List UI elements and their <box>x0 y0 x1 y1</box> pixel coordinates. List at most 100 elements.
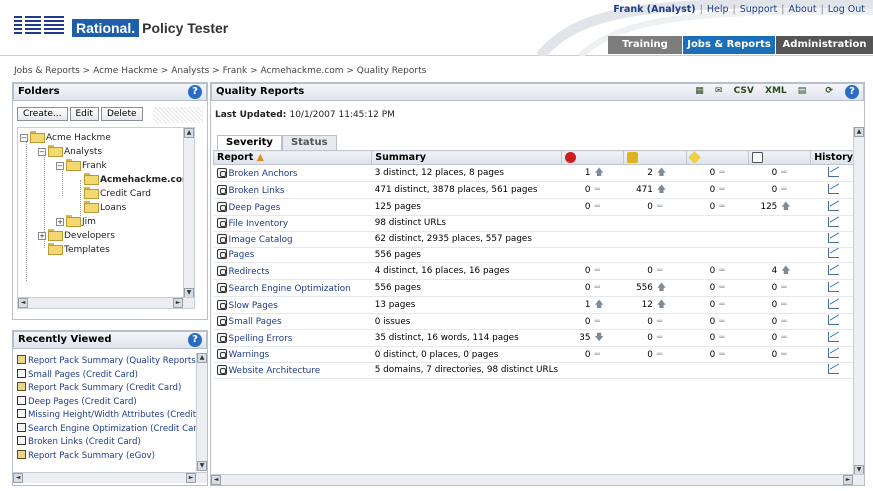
history-chart-icon[interactable] <box>828 281 840 292</box>
report-link[interactable]: Broken Anchors <box>229 169 298 179</box>
recent-item[interactable]: Report Pack Summary (eGov) <box>17 449 205 464</box>
tab-status[interactable]: Status <box>281 135 337 150</box>
report-cell[interactable]: File Inventory <box>213 215 372 232</box>
report-link[interactable]: File Inventory <box>229 219 289 229</box>
history-chart-icon[interactable] <box>828 216 840 227</box>
history-chart-icon[interactable] <box>828 331 840 342</box>
report-link[interactable]: Deep Pages <box>229 203 281 213</box>
recent-item[interactable]: Report Pack Summary (Credit Card) <box>17 382 205 396</box>
history-chart-icon[interactable] <box>828 363 840 374</box>
collapse-icon[interactable]: − <box>56 162 64 170</box>
report-link[interactable]: Redirects <box>229 267 270 277</box>
tree-node-loans[interactable]: Loans <box>84 201 126 214</box>
col-info[interactable] <box>747 150 812 165</box>
refresh-icon[interactable]: ⟳ <box>825 86 833 96</box>
report-cell[interactable]: Warnings <box>213 346 372 363</box>
delete-button[interactable]: Delete <box>100 107 143 121</box>
tree-node-acmehackme-com[interactable]: Acmehackme.com <box>84 173 191 186</box>
scroll-right-icon[interactable]: ► <box>843 475 853 485</box>
help-icon[interactable]: ? <box>188 85 202 99</box>
create-button[interactable]: Create... <box>17 107 68 121</box>
history-cell[interactable] <box>810 247 854 264</box>
breadcrumb[interactable]: Jobs & Reports > Acme Hackme > Analysts … <box>14 66 426 76</box>
report-link[interactable]: Image Catalog <box>229 235 293 245</box>
recent-item[interactable]: Missing Height/Width Attributes (Credit … <box>17 409 205 423</box>
history-chart-icon[interactable] <box>828 166 840 177</box>
scroll-left-icon[interactable]: ◄ <box>211 475 221 485</box>
recent-item[interactable]: Search Engine Optimization (Credit Card <box>17 422 205 437</box>
report-link[interactable]: Broken Links <box>229 186 285 196</box>
history-chart-icon[interactable] <box>828 315 840 326</box>
recent-item[interactable]: Deep Pages (Credit Card) <box>17 395 205 410</box>
recent-item[interactable]: Report Pack Summary (Quality Reports) <box>17 355 205 369</box>
support-link[interactable]: Support <box>740 4 778 15</box>
scroll-up-icon[interactable]: ▲ <box>197 353 207 363</box>
expand-icon[interactable]: + <box>56 218 64 226</box>
scroll-left-icon[interactable]: ◄ <box>18 298 28 308</box>
help-icon[interactable]: ? <box>188 333 202 347</box>
recent-vertical-scrollbar[interactable]: ▲ ▼ <box>196 353 207 471</box>
col-high[interactable] <box>623 150 687 165</box>
history-cell[interactable] <box>810 313 854 331</box>
report-cell[interactable]: Search Engine Optimization <box>213 279 372 298</box>
history-cell[interactable] <box>810 215 854 232</box>
history-cell[interactable] <box>810 198 854 216</box>
report-cell[interactable]: Redirects <box>213 262 372 281</box>
history-cell[interactable] <box>810 362 854 379</box>
report-link[interactable]: Warnings <box>229 350 270 360</box>
report-cell[interactable]: Image Catalog <box>213 231 372 248</box>
collapse-icon[interactable]: − <box>20 134 28 142</box>
history-cell[interactable] <box>810 329 854 348</box>
collapse-icon[interactable]: − <box>38 148 46 156</box>
col-history[interactable]: History <box>810 150 854 165</box>
tree-node-acme-hackme[interactable]: − Acme Hackme <box>20 131 111 144</box>
logout-link[interactable]: Log Out <box>828 4 865 15</box>
tree-horizontal-scrollbar[interactable]: ◄ ► <box>18 297 194 308</box>
report-link[interactable]: Website Architecture <box>229 366 321 376</box>
history-cell[interactable] <box>810 346 854 363</box>
help-link[interactable]: Help <box>707 4 729 15</box>
main-horizontal-scrollbar[interactable]: ◄ ► <box>211 474 864 485</box>
report-cell[interactable]: Broken Anchors <box>213 164 372 182</box>
report-link[interactable]: Pages <box>229 250 255 260</box>
pdf-export-icon[interactable]: ▤ <box>798 86 807 96</box>
scroll-down-icon[interactable]: ▼ <box>197 461 207 471</box>
tree-node-credit-card[interactable]: Credit Card <box>84 187 151 200</box>
export-spreadsheet-icon[interactable]: ▦ <box>695 86 704 96</box>
scroll-up-icon[interactable]: ▲ <box>854 127 864 137</box>
email-icon[interactable]: ✉ <box>715 86 723 96</box>
xml-export-button[interactable]: XML <box>765 86 787 96</box>
col-critical[interactable] <box>560 150 625 165</box>
report-link[interactable]: Spelling Errors <box>229 334 293 344</box>
csv-export-button[interactable]: CSV <box>734 86 754 96</box>
tree-node-analysts[interactable]: − Analysts <box>38 145 102 158</box>
tab-administration[interactable]: Administration <box>776 36 873 54</box>
about-link[interactable]: About <box>788 4 816 15</box>
recent-item[interactable]: Small Pages (Credit Card) <box>17 368 205 383</box>
history-chart-icon[interactable] <box>828 248 840 259</box>
report-link[interactable]: Search Engine Optimization <box>229 284 351 294</box>
tab-severity[interactable]: Severity <box>217 135 282 150</box>
report-link[interactable]: Small Pages <box>229 317 282 327</box>
recent-horizontal-scrollbar[interactable]: ◄ ► <box>13 472 207 483</box>
report-cell[interactable]: Website Architecture <box>213 362 372 379</box>
expand-icon[interactable]: + <box>38 232 46 240</box>
history-chart-icon[interactable] <box>828 200 840 211</box>
history-chart-icon[interactable] <box>828 183 840 194</box>
history-cell[interactable] <box>810 262 854 281</box>
history-cell[interactable] <box>810 181 854 199</box>
col-medium[interactable] <box>685 150 749 165</box>
report-cell[interactable]: Broken Links <box>213 181 372 199</box>
report-cell[interactable]: Pages <box>213 247 372 264</box>
history-chart-icon[interactable] <box>828 298 840 309</box>
history-cell[interactable] <box>810 231 854 248</box>
recent-item[interactable]: Broken Links (Credit Card) <box>17 436 205 450</box>
tree-node-templates[interactable]: Templates <box>48 243 110 256</box>
scroll-left-icon[interactable]: ◄ <box>13 473 23 483</box>
tab-jobs-reports[interactable]: Jobs & Reports <box>683 36 775 54</box>
scroll-right-icon[interactable]: ► <box>173 298 183 308</box>
report-link[interactable]: Slow Pages <box>229 301 278 311</box>
scroll-right-icon[interactable]: ► <box>186 473 196 483</box>
history-cell[interactable] <box>810 279 854 298</box>
report-cell[interactable]: Deep Pages <box>213 198 372 216</box>
